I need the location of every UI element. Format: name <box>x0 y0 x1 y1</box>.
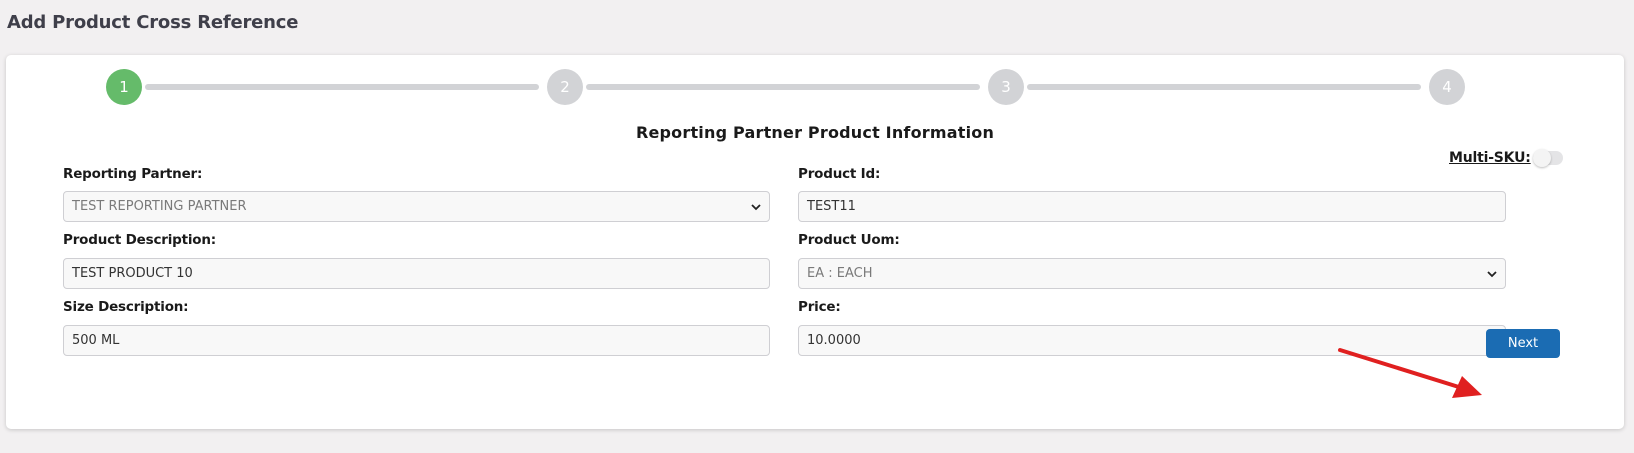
step-3[interactable]: 3 <box>988 69 1024 105</box>
stepper-line-3-4 <box>1027 84 1421 90</box>
chevron-down-icon <box>1487 271 1497 278</box>
product-description-label: Product Description: <box>63 232 216 248</box>
multi-sku-label: Multi-SKU: <box>1449 150 1531 166</box>
price-value: 10.0000 <box>807 333 861 348</box>
toggle-knob <box>1532 149 1551 167</box>
price-label: Price: <box>798 299 841 315</box>
product-uom-select[interactable]: EA : EACH <box>798 258 1506 289</box>
product-uom-label: Product Uom: <box>798 232 900 248</box>
size-description-label: Size Description: <box>63 299 189 315</box>
reporting-partner-value: TEST REPORTING PARTNER <box>72 199 247 214</box>
reporting-partner-label: Reporting Partner: <box>63 166 203 182</box>
next-button[interactable]: Next <box>1486 329 1560 358</box>
chevron-down-icon <box>751 204 761 211</box>
product-uom-value: EA : EACH <box>807 266 873 281</box>
multi-sku-toggle[interactable] <box>1532 149 1563 167</box>
stepper-line-1-2 <box>145 84 539 90</box>
step-2[interactable]: 2 <box>547 69 583 105</box>
stepper-line-2-3 <box>586 84 980 90</box>
size-description-value: 500 ML <box>72 333 120 348</box>
step-4[interactable]: 4 <box>1429 69 1465 105</box>
product-id-input[interactable]: TEST11 <box>798 191 1506 222</box>
size-description-input[interactable]: 500 ML <box>63 325 770 356</box>
product-id-value: TEST11 <box>807 199 856 214</box>
reporting-partner-select[interactable]: TEST REPORTING PARTNER <box>63 191 770 222</box>
red-arrow-icon <box>1338 348 1482 398</box>
section-title: Reporting Partner Product Information <box>635 123 995 142</box>
product-id-label: Product Id: <box>798 166 881 182</box>
step-1[interactable]: 1 <box>106 69 142 105</box>
multi-sku-control: Multi-SKU: <box>1449 149 1563 167</box>
product-description-value: TEST PRODUCT 10 <box>72 266 193 281</box>
product-description-input[interactable]: TEST PRODUCT 10 <box>63 258 770 289</box>
page-title: Add Product Cross Reference <box>7 12 299 33</box>
